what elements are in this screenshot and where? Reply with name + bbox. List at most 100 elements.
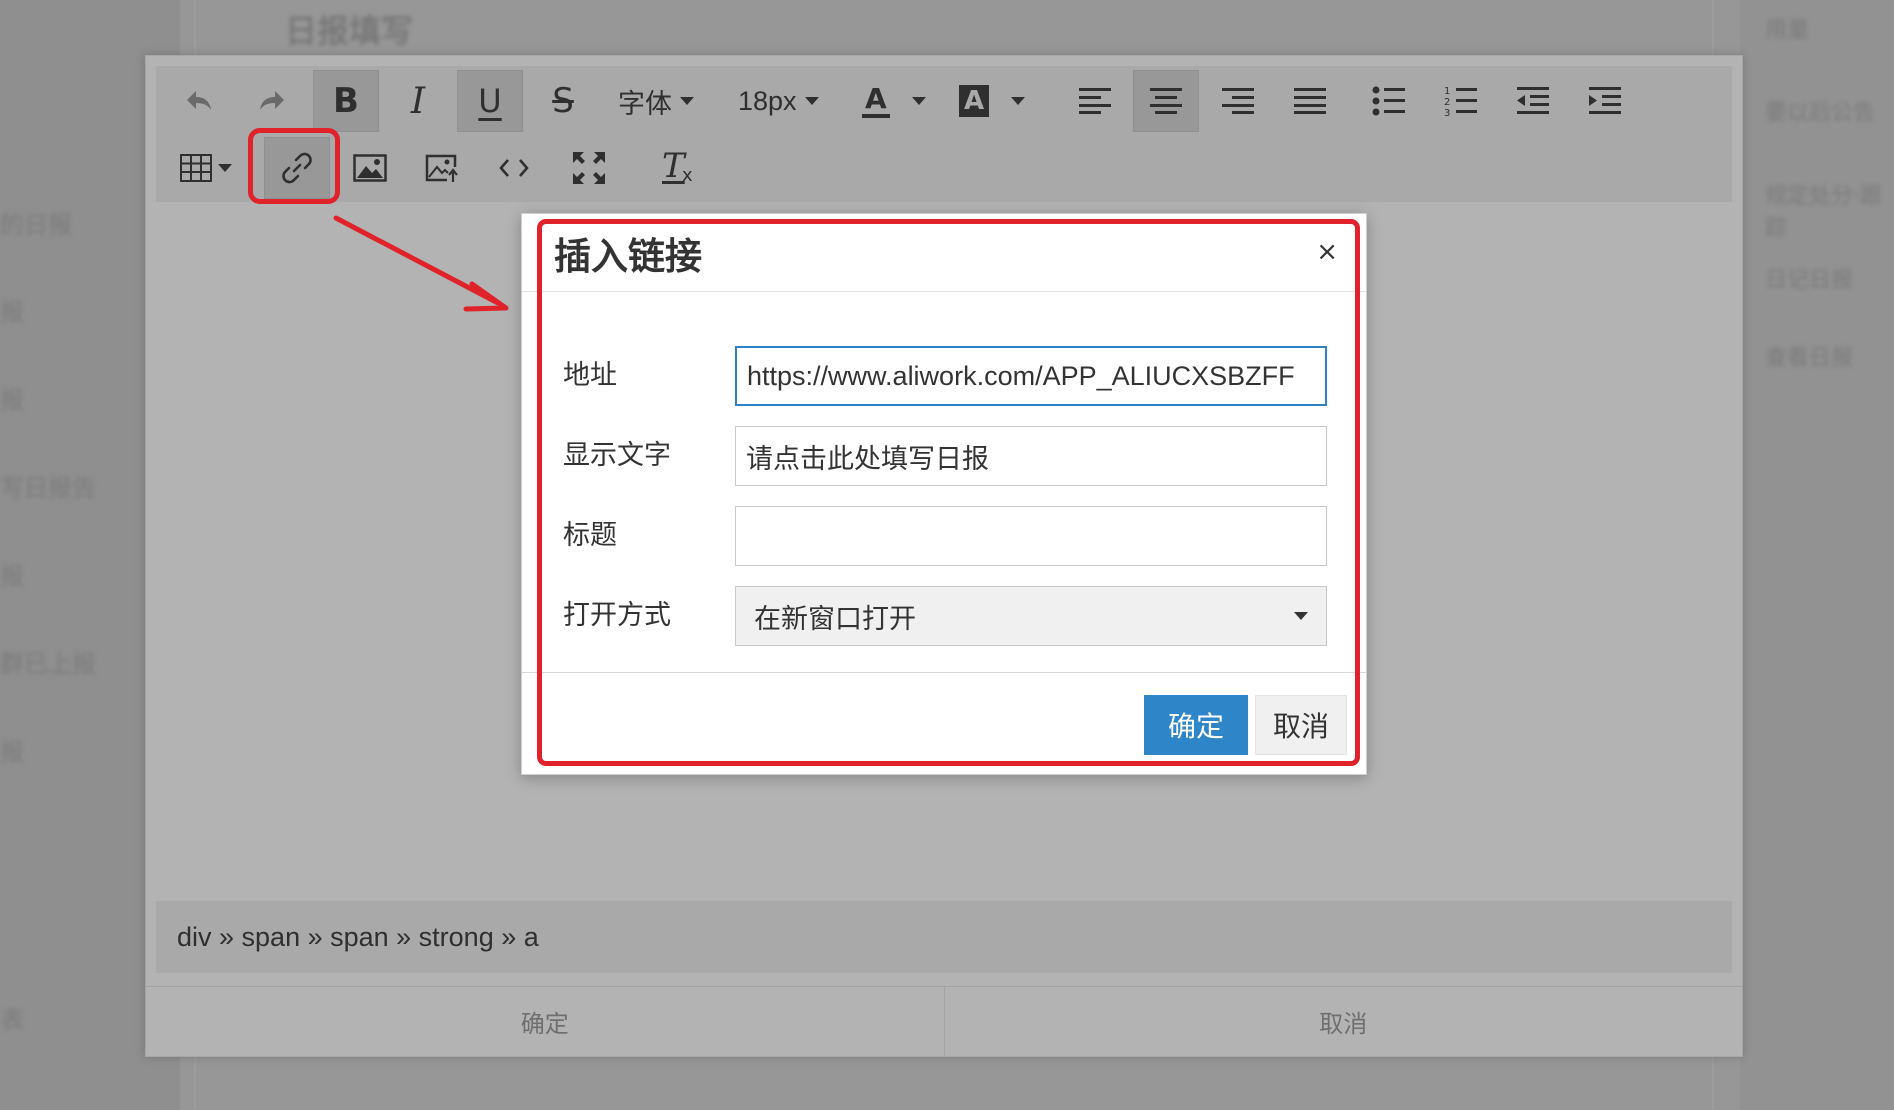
chevron-down-icon	[804, 97, 819, 105]
upload-image-icon	[425, 154, 458, 182]
target-selected-value: 在新窗口打开	[754, 603, 916, 635]
bold-icon: B	[333, 81, 359, 121]
strikethrough-icon: S	[552, 81, 574, 121]
background-right-item: 查看日报	[1765, 346, 1854, 371]
svg-text:2: 2	[1444, 97, 1450, 108]
cancel-button[interactable]: 取消	[1255, 695, 1347, 755]
background-color-dropdown[interactable]: A	[959, 70, 1026, 132]
background-left-item: 群已上报	[0, 650, 96, 678]
font-size-label: 18px	[738, 85, 797, 116]
insert-table-dropdown[interactable]	[180, 137, 232, 199]
redo-button[interactable]	[239, 70, 305, 132]
align-right-button[interactable]	[1205, 70, 1271, 132]
background-right-item: 要以后公告	[1765, 101, 1876, 126]
dialog-footer: 确定 取消	[522, 672, 1366, 774]
insert-link-dialog: 插入链接 × 地址 显示文字 标题 打开方式 在新窗口打开 确定 取消	[521, 213, 1367, 775]
display-text-label: 显示文字	[563, 440, 671, 471]
align-justify-icon	[1294, 88, 1326, 114]
background-left-item: 写日报告	[0, 474, 96, 502]
url-input[interactable]	[735, 346, 1327, 406]
clear-format-subscript: x	[682, 165, 693, 186]
target-label: 打开方式	[563, 600, 671, 631]
target-select[interactable]: 在新窗口打开	[735, 586, 1327, 646]
background-right-item: 日记日报	[1765, 268, 1854, 293]
font-color-icon: A	[862, 84, 890, 118]
editor-modal-footer: 确定 取消	[146, 986, 1742, 1056]
title-label: 标题	[563, 520, 617, 551]
table-icon	[180, 154, 212, 182]
background-left-item: 报	[0, 562, 24, 590]
strikethrough-button[interactable]: S	[530, 70, 596, 132]
url-row: 地址	[522, 346, 1366, 406]
background-right-item: 规定处分·跟踪	[1765, 184, 1882, 241]
background-left-item: 报	[0, 386, 24, 414]
align-center-icon	[1150, 88, 1182, 114]
align-justify-button[interactable]	[1277, 70, 1343, 132]
background-color-icon: A	[959, 85, 990, 117]
outdent-button[interactable]	[1500, 70, 1566, 132]
font-family-label: 字体	[618, 88, 672, 120]
insert-image-button[interactable]	[337, 137, 403, 199]
background-right-panel	[1740, 0, 1894, 1110]
source-code-button[interactable]	[481, 137, 547, 199]
indent-icon	[1589, 87, 1621, 114]
confirm-button[interactable]: 确定	[1144, 695, 1248, 755]
chevron-down-icon	[1011, 97, 1026, 105]
outdent-icon	[1517, 87, 1549, 114]
align-right-icon	[1222, 88, 1254, 114]
clear-format-icon: T x	[660, 146, 694, 188]
chevron-down-icon	[911, 97, 926, 105]
chevron-down-icon	[1294, 612, 1308, 620]
align-left-button[interactable]	[1062, 70, 1128, 132]
dialog-body: 地址 显示文字 标题 打开方式 在新窗口打开	[522, 292, 1366, 646]
align-center-button[interactable]	[1133, 70, 1199, 132]
underline-button[interactable]: U	[457, 70, 523, 132]
redo-icon	[260, 91, 284, 110]
editor-toolbar: B I U S 字体 18px A A 1 2 3 T x	[156, 66, 1732, 202]
underline-icon: U	[478, 82, 502, 120]
link-button-highlight	[248, 128, 340, 204]
close-icon[interactable]: ×	[1316, 237, 1338, 267]
target-row: 打开方式 在新窗口打开	[522, 586, 1366, 646]
element-path: div » span » span » strong » a	[177, 921, 539, 952]
chevron-down-icon	[218, 164, 232, 172]
font-color-dropdown[interactable]: A	[862, 70, 926, 132]
title-input[interactable]	[735, 506, 1327, 566]
background-page-title: 日报填写	[285, 12, 414, 50]
background-right-item: 用量	[1765, 18, 1810, 43]
numbered-list-button[interactable]: 123	[1428, 70, 1494, 132]
bullet-list-icon	[1372, 86, 1405, 116]
font-size-dropdown[interactable]: 18px	[738, 70, 819, 132]
annotation-arrow-icon	[333, 215, 509, 312]
url-label: 地址	[563, 360, 617, 391]
bold-button[interactable]: B	[313, 70, 379, 132]
code-icon	[499, 159, 529, 177]
image-icon	[353, 154, 387, 182]
background-left-item: 表	[0, 1006, 24, 1034]
align-left-icon	[1079, 88, 1111, 114]
title-row: 标题	[522, 506, 1366, 566]
fullscreen-icon	[573, 152, 605, 184]
numbered-list-icon: 123	[1444, 86, 1477, 117]
dialog-title: 插入链接	[554, 234, 702, 278]
display-text-row: 显示文字	[522, 426, 1366, 486]
editor-confirm-button[interactable]: 确定	[146, 987, 944, 1056]
background-left-item: 的日报	[0, 211, 72, 239]
svg-text:3: 3	[1444, 108, 1450, 117]
fullscreen-button[interactable]	[556, 137, 622, 199]
svg-text:1: 1	[1444, 86, 1450, 97]
display-text-input[interactable]	[735, 426, 1327, 486]
clear-format-button[interactable]: T x	[644, 137, 710, 199]
italic-button[interactable]: I	[385, 70, 451, 132]
font-family-dropdown[interactable]: 字体	[618, 70, 694, 132]
upload-image-button[interactable]	[409, 137, 475, 199]
indent-button[interactable]	[1572, 70, 1638, 132]
bullet-list-button[interactable]	[1356, 70, 1422, 132]
undo-button[interactable]	[166, 70, 232, 132]
undo-icon	[187, 91, 211, 110]
background-left-item: 报	[0, 738, 24, 766]
dialog-header: 插入链接 ×	[522, 214, 1366, 292]
editor-cancel-button[interactable]: 取消	[943, 987, 1743, 1056]
chevron-down-icon	[680, 97, 694, 105]
background-left-item: 报	[0, 298, 24, 326]
